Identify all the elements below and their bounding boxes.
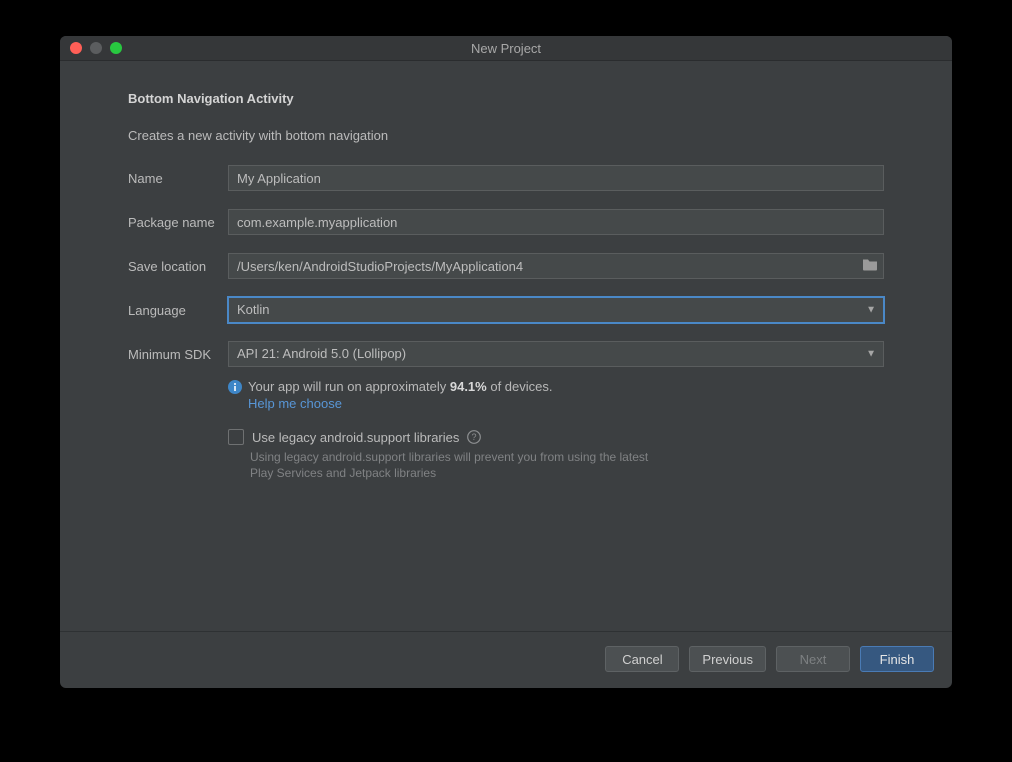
finish-button[interactable]: Finish <box>860 646 934 672</box>
content-area: Bottom Navigation Activity Creates a new… <box>60 61 952 631</box>
cancel-button[interactable]: Cancel <box>605 646 679 672</box>
row-minsdk: Minimum SDK API 21: Android 5.0 (Lollipo… <box>128 341 884 367</box>
footer-buttons: Cancel Previous Next Finish <box>60 631 952 688</box>
package-input[interactable] <box>228 209 884 235</box>
help-choose-link[interactable]: Help me choose <box>248 396 342 411</box>
next-button: Next <box>776 646 850 672</box>
row-name: Name <box>128 165 884 191</box>
sdk-info: Your app will run on approximately 94.1%… <box>228 379 884 411</box>
row-location: Save location <box>128 253 884 279</box>
dialog-window: New Project Bottom Navigation Activity C… <box>60 36 952 688</box>
label-package: Package name <box>128 215 228 230</box>
browse-folder-icon[interactable] <box>862 258 878 275</box>
window-controls <box>70 42 122 54</box>
device-coverage-text: Your app will run on approximately 94.1%… <box>248 379 553 394</box>
minsdk-select[interactable]: API 21: Android 5.0 (Lollipop) <box>228 341 884 367</box>
page-heading: Bottom Navigation Activity <box>128 91 884 106</box>
legacy-hint: Using legacy android.support libraries w… <box>250 449 670 481</box>
legacy-checkbox[interactable] <box>228 429 244 445</box>
svg-text:?: ? <box>472 432 477 442</box>
name-input[interactable] <box>228 165 884 191</box>
label-language: Language <box>128 303 228 318</box>
titlebar: New Project <box>60 36 952 61</box>
previous-button[interactable]: Previous <box>689 646 766 672</box>
label-name: Name <box>128 171 228 186</box>
zoom-window-button[interactable] <box>110 42 122 54</box>
window-title: New Project <box>60 41 952 56</box>
label-minsdk: Minimum SDK <box>128 347 228 362</box>
legacy-row: Use legacy android.support libraries ? U… <box>228 429 884 481</box>
language-value: Kotlin <box>237 302 270 317</box>
page-subheading: Creates a new activity with bottom navig… <box>128 128 884 143</box>
location-input[interactable] <box>228 253 884 279</box>
help-icon[interactable]: ? <box>467 430 481 444</box>
language-select[interactable]: Kotlin <box>228 297 884 323</box>
row-language: Language Kotlin ▼ <box>128 297 884 323</box>
minimize-window-button[interactable] <box>90 42 102 54</box>
legacy-label: Use legacy android.support libraries <box>252 430 459 445</box>
info-icon <box>228 380 242 394</box>
close-window-button[interactable] <box>70 42 82 54</box>
minsdk-value: API 21: Android 5.0 (Lollipop) <box>237 346 406 361</box>
label-location: Save location <box>128 259 228 274</box>
row-package: Package name <box>128 209 884 235</box>
